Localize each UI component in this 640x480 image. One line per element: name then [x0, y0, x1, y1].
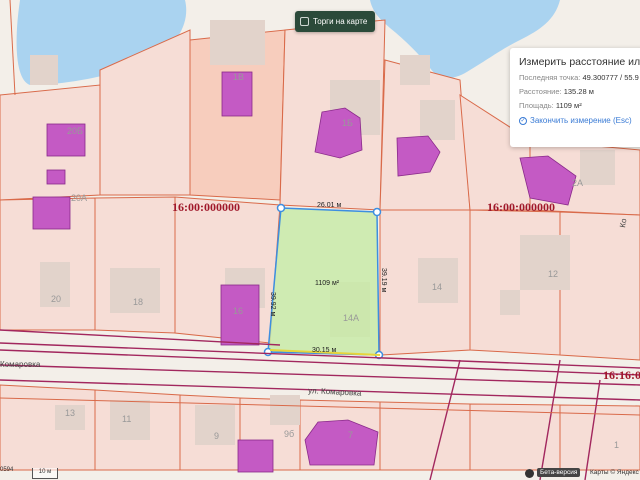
house-number: 18 [133, 297, 143, 307]
auctions-toggle-button[interactable]: Торги на карте [295, 11, 375, 32]
street-label: Комаровка [0, 360, 41, 369]
check-icon: ✓ [519, 116, 527, 125]
toggle-label: Торги на карте [313, 17, 368, 26]
house-number: 14 [432, 282, 442, 292]
attribution[interactable]: Карты © Яндекс [590, 469, 639, 476]
measure-label-bottom: 30.15 м [312, 347, 336, 354]
finish-measure-link[interactable]: ✓ Закончить измерение (Esc) [519, 116, 640, 125]
scale-bar: 10 м [32, 468, 58, 479]
last-point-row: Последняя точка: 49.300777 / 55.9 [519, 73, 639, 82]
measure-label-area: 1109 м² [315, 280, 340, 287]
house-number: 1В [233, 72, 244, 82]
house-number: 12 [548, 269, 558, 279]
house-number: 13 [65, 408, 75, 418]
measure-label-top: 26.01 м [317, 202, 341, 209]
measure-panel: Измерить расстояние или пло Последняя то… [510, 48, 640, 147]
house-number: 20А [71, 193, 87, 203]
checkbox-icon[interactable] [300, 17, 309, 26]
measure-label-left: 39.92 м [269, 292, 276, 316]
area-row: Площадь: 1109 м² [519, 101, 582, 110]
beta-badge[interactable]: Бета-версия [537, 468, 581, 477]
house-number: 2А [572, 178, 583, 188]
house-number: 11 [122, 414, 131, 424]
house-number: 7 [348, 430, 353, 440]
cadastral-label: 16:16:0 [603, 368, 640, 382]
house-number: 9б [284, 429, 294, 439]
yandex-logo-icon [525, 469, 534, 478]
house-number: 1Б [342, 118, 353, 128]
house-number: 14А [343, 313, 359, 323]
house-number: 20Б [67, 126, 83, 136]
footer-left-text: 0594 [0, 467, 14, 473]
panel-title: Измерить расстояние или пло [519, 56, 640, 68]
house-number: 20 [51, 294, 61, 304]
cadastral-label: 16:00:000000 [487, 200, 555, 214]
house-number: 9 [214, 431, 219, 441]
distance-row: Расстояние: 135.28 м [519, 87, 594, 96]
measure-label-right: 39.19 м [380, 268, 387, 292]
house-number: 16 [233, 306, 243, 316]
cadastral-label: 16:00:000000 [172, 200, 240, 214]
house-number: 1 [614, 440, 619, 450]
